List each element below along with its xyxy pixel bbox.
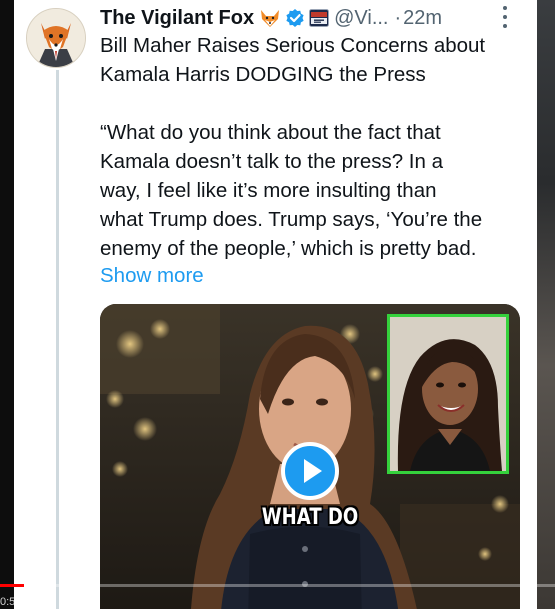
author-name[interactable]: The Vigilant Fox <box>100 7 254 30</box>
author-handle[interactable]: @Vi... <box>334 7 388 30</box>
video-player[interactable]: WHAT DO <box>100 304 520 609</box>
video-caption: WHAT DO <box>261 505 359 530</box>
tweet-text-line: “What do you think about the fact that <box>100 121 441 144</box>
timestamp[interactable]: 22m <box>403 7 442 30</box>
show-more-link[interactable]: Show more <box>100 264 204 288</box>
more-options-icon[interactable] <box>500 6 510 28</box>
tweet-text-line: Kamala Harris DODGING the Press <box>100 63 426 86</box>
tweet-header: The Vigilant Fox @Vi... · 22m <box>100 5 442 31</box>
video-progress-track[interactable] <box>0 584 555 587</box>
tweet-text-line: what Trump does. Trump says, ‘You’re the <box>100 208 483 231</box>
fox-emoji-icon <box>259 8 281 28</box>
left-backdrop <box>0 0 14 609</box>
avatar[interactable] <box>26 8 86 68</box>
inset-portrait <box>387 314 509 474</box>
tweet-text-line: Kamala doesn’t talk to the press? In a <box>100 150 444 173</box>
thread-line <box>56 70 59 609</box>
player-time-overlay: 0:52 <box>0 596 22 608</box>
inset-image <box>390 317 506 471</box>
play-icon <box>281 442 339 500</box>
play-button[interactable] <box>281 442 339 500</box>
fox-avatar-icon <box>27 9 85 67</box>
right-backdrop <box>537 0 555 609</box>
tweet-text-line: way, I feel like it’s more insulting tha… <box>100 179 437 202</box>
affiliate-badge-icon[interactable] <box>309 9 330 27</box>
tweet-text-line: enemy of the people,’ which is pretty ba… <box>100 237 477 260</box>
tweet-card[interactable]: The Vigilant Fox @Vi... · 22m Bill Maher… <box>14 0 537 609</box>
video-progress-fill <box>0 584 24 587</box>
tweet-text-line: Bill Maher Raises Serious Concerns about <box>100 34 486 57</box>
separator-dot: · <box>394 6 402 29</box>
verified-badge-icon[interactable] <box>285 8 305 28</box>
